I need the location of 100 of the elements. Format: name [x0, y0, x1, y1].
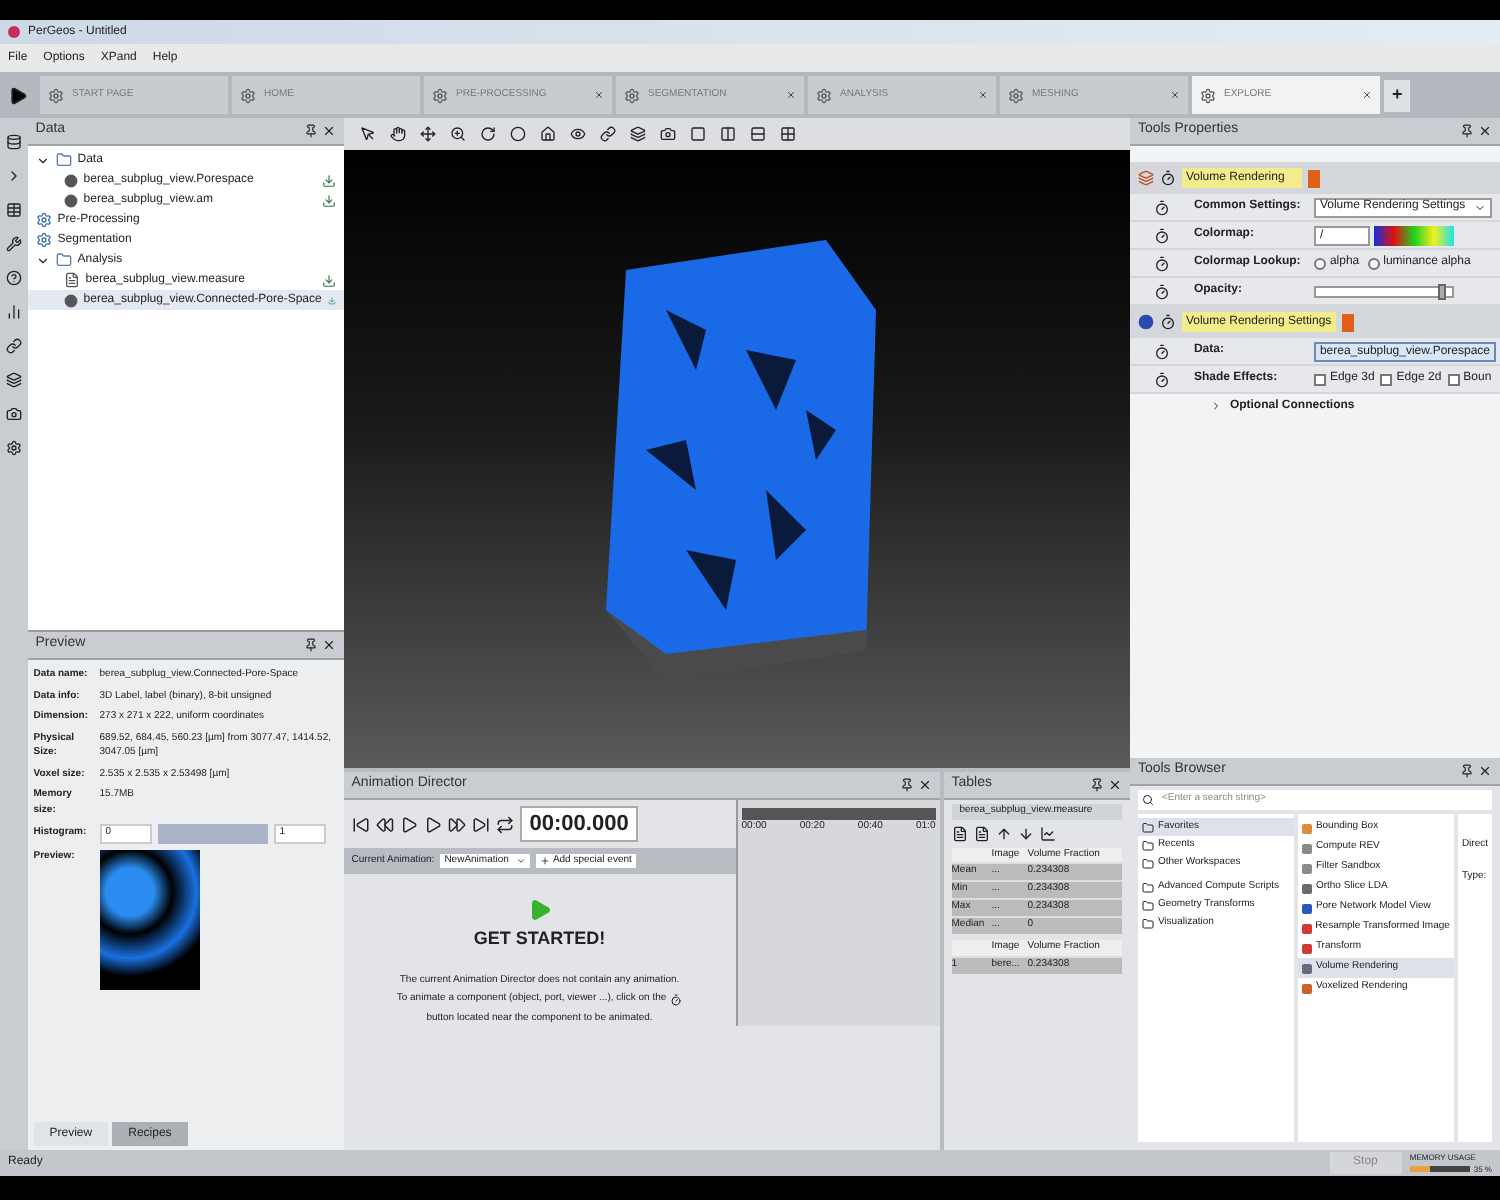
animate-icon[interactable] — [1159, 170, 1176, 186]
dot-icon — [63, 193, 78, 207]
sidebar-tool-icon[interactable] — [5, 338, 22, 354]
sidebar-tool-icon[interactable] — [5, 134, 22, 150]
viewer-tool-icon[interactable] — [599, 126, 616, 142]
workroom-icon — [816, 87, 832, 103]
animate-icon[interactable] — [1153, 283, 1170, 299]
sidebar-tool-icon[interactable] — [5, 270, 22, 286]
viewer-tool-icon[interactable] — [359, 126, 376, 142]
export-icon[interactable] — [321, 193, 336, 207]
animate-icon[interactable] — [1153, 199, 1170, 215]
table-tool-icon[interactable] — [951, 825, 968, 841]
viewer-tool-icon[interactable] — [659, 126, 676, 142]
export-icon[interactable] — [321, 273, 336, 287]
close-icon[interactable] — [1478, 124, 1492, 138]
table-tool-icon[interactable] — [1039, 825, 1056, 841]
viewer-tool-icon[interactable] — [689, 126, 706, 142]
workroom-icon — [48, 87, 64, 103]
animate-icon[interactable] — [1153, 343, 1170, 359]
get-started-heading: GET STARTED! — [473, 926, 606, 952]
viewer-tool-icon[interactable] — [719, 126, 736, 142]
animate-icon[interactable] — [1159, 314, 1176, 330]
preview-image — [99, 850, 200, 990]
table-tool-icon[interactable] — [995, 825, 1012, 841]
close-icon[interactable] — [1107, 778, 1122, 792]
viewer-tool-icon[interactable] — [539, 126, 556, 142]
sidebar-tool-icon[interactable] — [5, 202, 22, 218]
close-icon[interactable] — [917, 778, 932, 792]
module-color-swatch[interactable] — [1307, 169, 1320, 187]
workroom-icon — [624, 87, 640, 103]
loop-icon[interactable] — [495, 815, 514, 833]
start-icon — [527, 898, 552, 922]
viewer-tool-icon[interactable] — [749, 126, 766, 142]
float-icon[interactable] — [303, 638, 318, 652]
float-icon[interactable] — [1089, 778, 1104, 792]
playback-icon[interactable] — [471, 815, 490, 833]
gear-icon — [35, 212, 52, 228]
folder-icon — [1141, 881, 1154, 893]
viewer-tool-icon[interactable] — [419, 126, 436, 142]
close-icon[interactable] — [321, 124, 336, 138]
app-logo-icon — [8, 26, 20, 38]
viewer-tool-icon[interactable] — [629, 126, 646, 142]
dot-icon — [63, 173, 78, 187]
viewer-tool-icon[interactable] — [779, 126, 796, 142]
animate-icon[interactable] — [1153, 371, 1170, 387]
viewer-tool-icon[interactable] — [449, 126, 466, 142]
folder-icon — [1141, 821, 1154, 833]
table-tool-icon[interactable] — [973, 825, 990, 841]
workroom-icon — [240, 87, 256, 103]
workroom-icon — [432, 87, 448, 103]
sidebar-tool-icon[interactable] — [5, 372, 22, 388]
close-icon[interactable] — [321, 638, 336, 652]
float-icon[interactable] — [1460, 124, 1474, 138]
workroom-icon — [1200, 87, 1216, 103]
animate-icon[interactable] — [1153, 255, 1170, 271]
sidebar-tool-icon[interactable] — [5, 440, 22, 456]
folder-icon — [55, 152, 72, 168]
folder-icon — [1141, 839, 1154, 851]
sidebar-tool-icon[interactable] — [5, 406, 22, 422]
playback-icon[interactable] — [447, 815, 466, 833]
viewer-tool-icon[interactable] — [569, 126, 586, 142]
float-icon[interactable] — [1460, 764, 1474, 778]
table-tool-icon[interactable] — [1017, 825, 1034, 841]
folder-icon — [55, 252, 72, 268]
expand-icon[interactable] — [35, 253, 50, 267]
sidebar-tool-icon[interactable] — [5, 236, 22, 252]
add-tab-button[interactable]: + — [1384, 79, 1411, 111]
folder-icon — [1141, 917, 1154, 929]
folder-icon — [1141, 857, 1154, 869]
histogram-bar — [157, 824, 268, 844]
caret-icon — [516, 856, 527, 866]
float-icon[interactable] — [303, 124, 318, 138]
expand-icon[interactable] — [35, 153, 50, 167]
opacity-slider[interactable] — [1313, 285, 1454, 297]
module-color-swatch[interactable] — [1341, 313, 1354, 331]
time-display: 00:00.000 — [519, 805, 639, 843]
playback-icon[interactable] — [375, 815, 394, 833]
search-icon — [1141, 794, 1154, 806]
gear-icon — [35, 232, 52, 248]
colormap-bar — [1373, 225, 1454, 245]
play-icon[interactable] — [8, 85, 28, 105]
close-icon[interactable] — [1478, 764, 1492, 778]
memory-meter — [1409, 1166, 1470, 1172]
document-icon — [63, 272, 80, 288]
animate-icon[interactable] — [1153, 227, 1170, 243]
folder-icon — [1141, 899, 1154, 911]
animate-icon — [670, 993, 683, 1006]
sphere-icon — [1137, 314, 1154, 330]
playback-icon[interactable] — [351, 815, 370, 833]
float-icon[interactable] — [899, 778, 914, 792]
caret-icon — [1473, 201, 1486, 213]
viewer-tool-icon[interactable] — [509, 126, 526, 142]
viewer-tool-icon[interactable] — [479, 126, 496, 142]
export-icon[interactable] — [321, 173, 336, 187]
dot-icon — [63, 293, 78, 307]
workroom-icon — [1008, 87, 1024, 103]
sidebar-tool-icon[interactable] — [5, 304, 22, 320]
module-icon — [1137, 170, 1154, 186]
viewer-tool-icon[interactable] — [389, 126, 406, 142]
plus-icon — [540, 856, 551, 866]
